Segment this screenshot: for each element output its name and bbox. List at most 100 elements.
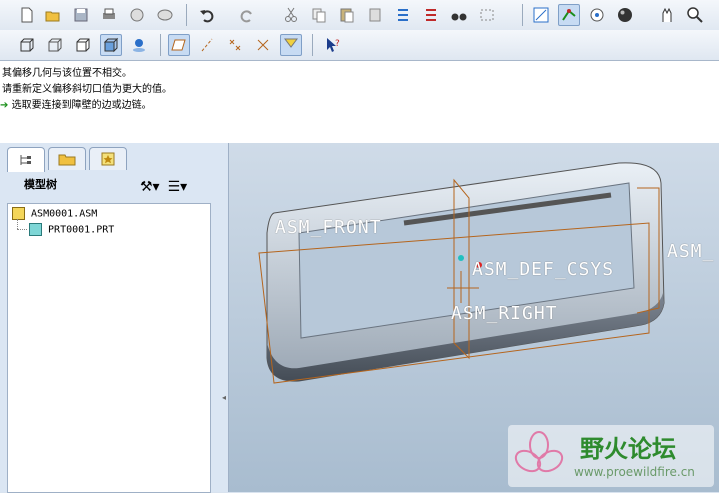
paste-button[interactable] — [336, 4, 358, 26]
watermark-brand: 野火论坛 — [580, 435, 676, 463]
email-button[interactable] — [126, 4, 148, 26]
no-hidden-cube-icon — [76, 38, 90, 52]
datum-label-csys[interactable]: ASM_DEF_CSYS — [472, 259, 614, 280]
select-box-button[interactable] — [476, 4, 498, 26]
regenerate-button[interactable] — [392, 4, 414, 26]
part-icon — [29, 223, 42, 236]
binoculars-icon — [451, 13, 467, 21]
redo-icon — [240, 10, 252, 23]
open-button[interactable] — [42, 4, 64, 26]
zoom-icon — [687, 7, 703, 23]
hidden-line-button[interactable] — [44, 34, 66, 56]
csys-y-marker — [458, 255, 464, 261]
message-line: 选取要连接到障壁的边或边链。 — [11, 100, 152, 111]
search-button[interactable] — [448, 4, 470, 26]
datum-points-toggle[interactable] — [558, 4, 580, 26]
view-toolbar: ? — [0, 30, 719, 61]
main-toolbar — [0, 0, 719, 32]
model-tree: ASM0001.ASM PRT0001.PRT — [7, 203, 211, 493]
tab-folder-browser[interactable] — [48, 147, 86, 170]
new-icon — [21, 7, 33, 23]
folder-icon — [58, 154, 76, 166]
view-manager-icon — [133, 39, 145, 52]
print-icon — [103, 8, 115, 19]
svg-text:?: ? — [335, 39, 340, 49]
message-prompt: ➔ 选取要连接到障壁的边或边链。 — [0, 96, 152, 111]
watermark: 野火论坛 www.proewildfire.cn — [508, 425, 714, 487]
datum-label-right[interactable]: ASM_RIGHT — [451, 303, 558, 324]
tree-connector — [17, 219, 19, 229]
datum-label-front[interactable]: ASM_FRONT — [275, 217, 382, 238]
save-button[interactable] — [70, 4, 92, 26]
paste-special-button[interactable] — [364, 4, 386, 26]
redo-button[interactable] — [236, 4, 258, 26]
tree-icon — [20, 155, 31, 165]
wireframe-button[interactable] — [16, 34, 38, 56]
cut-icon — [285, 7, 297, 22]
mail-icon — [130, 8, 144, 22]
sphere-icon — [618, 8, 632, 22]
zoom-in-button[interactable] — [684, 4, 706, 26]
sketch-icon — [533, 7, 549, 23]
watermark-url: www.proewildfire.cn — [574, 465, 695, 479]
link-button[interactable] — [154, 4, 176, 26]
sketcher-button[interactable] — [530, 4, 552, 26]
tree-node-part[interactable]: PRT0001.PRT — [29, 223, 114, 236]
shaded-button[interactable] — [100, 34, 122, 56]
saved-views-button[interactable] — [128, 34, 150, 56]
spin-button[interactable] — [656, 4, 678, 26]
tree-node-root[interactable]: ASM0001.ASM — [12, 207, 97, 220]
panel-splitter-icon[interactable]: ◂ — [222, 393, 226, 402]
navigator-panel: 模型树 ⚒▾ ☰▾ ASM0001.ASM PRT0001.PRT ◂ — [0, 143, 229, 493]
selection-box-icon — [480, 9, 494, 21]
tree-connector — [17, 229, 27, 230]
regen-manager-icon — [426, 9, 436, 21]
datum-points-display-toggle[interactable] — [224, 34, 246, 56]
annotation-toggle[interactable] — [280, 34, 302, 56]
appearance-button[interactable] — [586, 4, 608, 26]
link-icon — [157, 9, 173, 21]
undo-button[interactable] — [196, 4, 218, 26]
copy-icon — [312, 8, 326, 23]
datum-planes-toggle[interactable] — [168, 34, 190, 56]
tab-favorites[interactable] — [89, 147, 127, 170]
paste-special-icon — [369, 8, 381, 22]
tab-model-tree[interactable] — [7, 147, 45, 172]
arrow-right-icon: ➔ — [0, 100, 9, 111]
undo-icon — [200, 10, 214, 23]
settings-tools-icon[interactable]: ⚒▾ — [140, 179, 160, 195]
no-hidden-button[interactable] — [72, 34, 94, 56]
help-pointer-icon: ? — [327, 38, 340, 52]
favorites-icon — [101, 152, 115, 166]
spin-icon — [662, 7, 672, 22]
panel-title: 模型树 — [24, 178, 57, 191]
datum-label-top[interactable]: ASM_ — [667, 241, 714, 262]
message-line: 其偏移几何与该位置不相交。 — [2, 68, 132, 79]
print-button[interactable] — [98, 4, 120, 26]
new-file-button[interactable] — [16, 4, 38, 26]
open-icon — [45, 11, 60, 22]
datum-plane-icon — [171, 39, 186, 51]
wireframe-cube-icon — [20, 38, 34, 52]
save-icon — [74, 8, 88, 22]
copy-button[interactable] — [308, 4, 330, 26]
datum-axis-icon — [201, 38, 213, 52]
shading-button[interactable] — [614, 4, 636, 26]
csys-icon — [257, 39, 269, 51]
annotation-icon — [284, 38, 298, 48]
context-help-button[interactable]: ? — [322, 34, 344, 56]
cut-button[interactable] — [280, 4, 302, 26]
message-line: 请重新定义偏移斜切口值为更大的值。 — [2, 84, 172, 95]
coordinate-systems-toggle[interactable] — [252, 34, 274, 56]
message-area: 其偏移几何与该位置不相交。 请重新定义偏移斜切口值为更大的值。 ➔ 选取要连接到… — [0, 61, 719, 144]
appearance-icon — [590, 8, 604, 22]
shaded-cube-icon — [103, 37, 119, 53]
regenerate-icon — [398, 9, 408, 21]
hidden-line-cube-icon — [48, 38, 62, 52]
paste-icon — [340, 8, 354, 23]
regen-manager-button[interactable] — [420, 4, 442, 26]
tree-tools: ⚒▾ ☰▾ — [140, 179, 187, 195]
datum-axes-toggle[interactable] — [196, 34, 218, 56]
datum-curve-icon — [562, 9, 576, 21]
show-menu-icon[interactable]: ☰▾ — [168, 179, 188, 195]
